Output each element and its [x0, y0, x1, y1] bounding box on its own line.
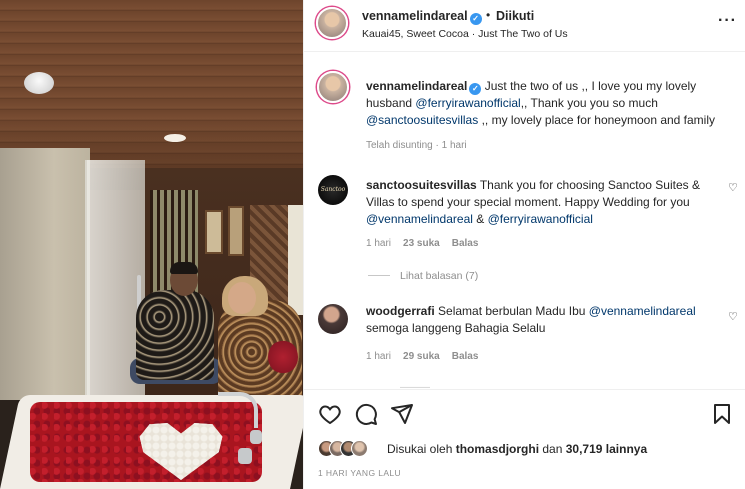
- comment-bubble-icon[interactable]: [354, 402, 378, 426]
- comment-likes-count[interactable]: 23 suka: [403, 238, 440, 249]
- like-heart-icon[interactable]: [318, 402, 342, 426]
- wall-picture: [228, 206, 244, 256]
- comment-meta: 1 hari 23 suka Balas: [366, 238, 479, 249]
- commenter-avatar[interactable]: [318, 304, 348, 334]
- hidden-replies-line: ———: [400, 382, 430, 389]
- comment-likes-count[interactable]: 29 suka: [403, 351, 440, 362]
- mention-link[interactable]: @sanctoosuitesvillas: [366, 113, 478, 127]
- verified-badge-icon: ✓: [469, 83, 482, 95]
- commenter-avatar[interactable]: Sanctoo: [318, 175, 348, 205]
- liker-username[interactable]: thomasdjorghi: [456, 442, 539, 456]
- post-timestamp[interactable]: 1 HARI YANG LALU: [318, 468, 401, 478]
- post-detail-panel: vennamelindareal ✓ • Diikuti Kauai45, Swe…: [303, 0, 745, 489]
- comment-text: sanctoosuitesvillas Thank you for choosi…: [366, 178, 700, 226]
- rose-bouquet: [268, 340, 298, 374]
- view-replies-button[interactable]: Lihat balasan (7): [368, 270, 478, 282]
- wall-picture: [205, 210, 223, 254]
- ceiling-spotlight: [164, 134, 186, 142]
- more-options-icon[interactable]: ···: [718, 12, 737, 30]
- avatar: [351, 440, 368, 457]
- smoke-detector: [24, 72, 54, 94]
- mention-link[interactable]: @ferryirawanofficial: [415, 96, 520, 110]
- verified-badge-icon: ✓: [469, 13, 482, 25]
- reply-button[interactable]: Balas: [452, 351, 479, 362]
- author-avatar[interactable]: [316, 7, 348, 39]
- save-bookmark-icon[interactable]: [710, 402, 734, 426]
- likes-summary: Disukai oleh thomasdjorghi dan 30,719 la…: [387, 442, 648, 456]
- stone-wall: [0, 148, 90, 408]
- audio-subtitle[interactable]: Kauai45, Sweet Cocoa · Just The Two of U…: [362, 28, 568, 40]
- author-username[interactable]: vennamelindareal ✓: [362, 9, 482, 25]
- comment-like-heart-icon[interactable]: ♡: [728, 310, 738, 323]
- commenter-username[interactable]: woodgerrafi: [366, 304, 435, 318]
- caption-text: vennamelindareal ✓ Just the two of us ,, …: [366, 79, 716, 127]
- mention-link[interactable]: @vennamelindareal: [589, 304, 696, 318]
- liker-avatars[interactable]: [318, 440, 378, 458]
- comments-list[interactable]: vennamelindareal ✓ Just the two of us ,, …: [304, 53, 745, 389]
- share-paper-plane-icon[interactable]: [390, 402, 414, 426]
- post-actions-bar: Disukai oleh thomasdjorghi dan 30,719 la…: [304, 389, 745, 489]
- mention-link[interactable]: @ferryirawanofficial: [488, 212, 593, 226]
- reply-button[interactable]: Balas: [452, 238, 479, 249]
- caption-username[interactable]: vennamelindareal: [366, 79, 467, 93]
- separator-dot: •: [486, 8, 491, 22]
- comment-text: woodgerrafi Selamat berbulan Madu Ibu @v…: [366, 304, 696, 335]
- post-photo[interactable]: [0, 0, 303, 489]
- commenter-username[interactable]: sanctoosuitesvillas: [366, 178, 477, 192]
- man-figure: [136, 290, 214, 380]
- likes-count-button[interactable]: 30,719 lainnya: [566, 442, 647, 456]
- mention-link[interactable]: @vennamelindareal: [366, 212, 473, 226]
- comment-meta: 1 hari 29 suka Balas: [366, 351, 479, 362]
- caption-meta: Telah disunting · 1 hari: [366, 140, 467, 151]
- bath-faucet: [218, 392, 258, 428]
- caption-avatar[interactable]: [317, 71, 349, 103]
- follow-status-button[interactable]: Diikuti: [496, 9, 534, 23]
- comment-like-heart-icon[interactable]: ♡: [728, 181, 738, 194]
- post-header: vennamelindareal ✓ • Diikuti Kauai45, Swe…: [304, 0, 745, 52]
